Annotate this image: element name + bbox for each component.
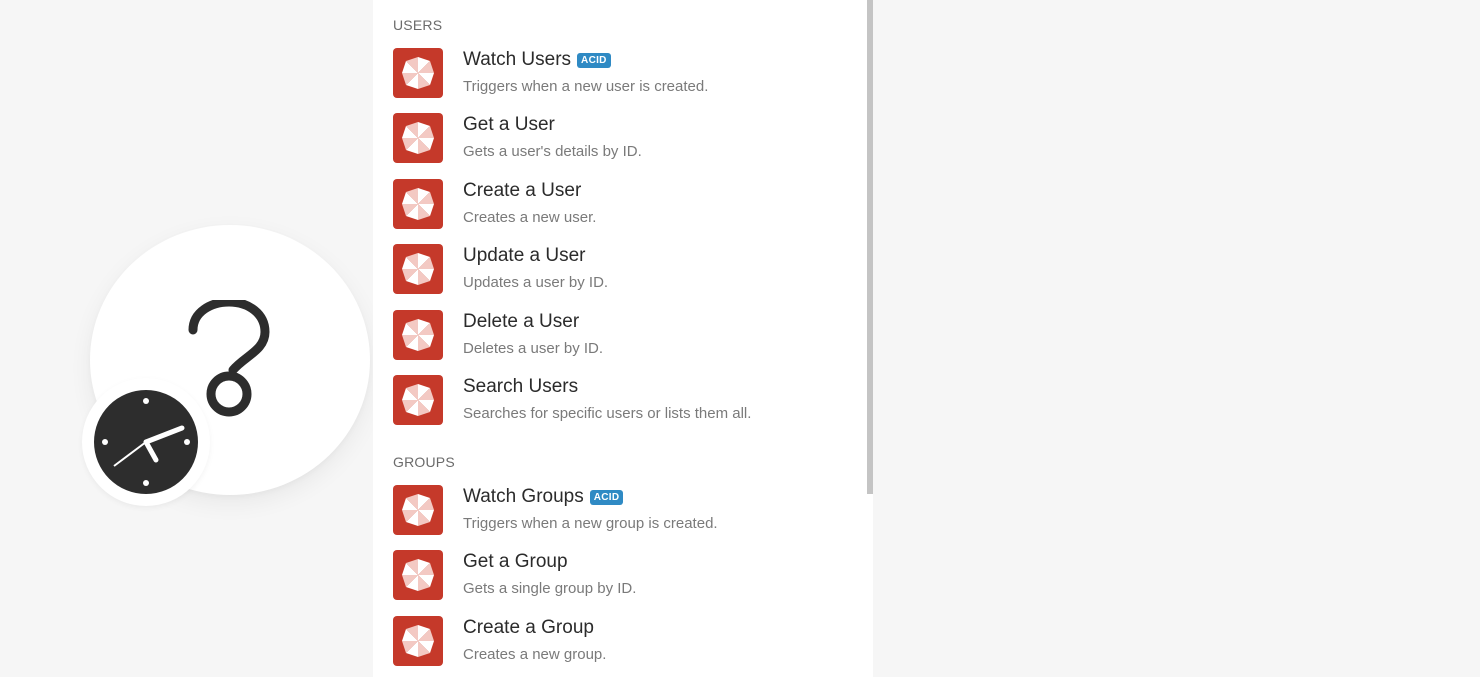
module-item-get-a-group[interactable]: Get a Group Gets a single group by ID. [393,550,853,606]
app-icon [393,244,443,294]
app-icon [393,550,443,600]
app-icon [393,113,443,163]
module-item-create-a-group[interactable]: Create a Group Creates a new group. [393,616,853,672]
app-icon [393,48,443,98]
module-item-description: Creates a new group. [463,646,607,663]
module-item-create-a-user[interactable]: Create a User Creates a new user. [393,179,853,235]
module-item-title: Get a User [463,114,555,135]
pinwheel-icon [402,319,434,351]
pinwheel-icon [402,384,434,416]
module-item-title: Watch Groups ACID [463,486,624,508]
app-icon [393,310,443,360]
module-item-description: Gets a user's details by ID. [463,143,642,160]
pinwheel-icon [402,188,434,220]
pinwheel-icon [402,57,434,89]
acid-badge: ACID [589,489,624,505]
module-item-title: Get a Group [463,551,568,572]
module-item-description: Updates a user by ID. [463,274,609,291]
scrollbar-thumb[interactable] [867,0,873,494]
module-item-title-text: Watch Users [463,49,572,70]
app-icon [393,375,443,425]
module-list-panel[interactable]: USERS Watch Users ACID Triggers when a n… [373,0,873,677]
module-item-title: Create a Group [463,617,594,638]
module-item-delete-a-user[interactable]: Delete a User Deletes a user by ID. [393,310,853,366]
module-item-update-a-user[interactable]: Update a User Updates a user by ID. [393,244,853,300]
pinwheel-icon [402,122,434,154]
module-item-description: Gets a single group by ID. [463,580,637,597]
module-item-title: Search Users [463,376,579,397]
scenario-canvas[interactable]: USERS Watch Users ACID Triggers when a n… [0,0,1480,677]
module-item-title: Update a User [463,245,586,266]
pinwheel-icon [402,494,434,526]
scrollbar-track[interactable] [867,0,873,677]
module-item-description: Triggers when a new group is created. [463,515,718,532]
module-item-watch-groups[interactable]: Watch Groups ACID Triggers when a new gr… [393,485,853,541]
section-header-users: USERS [393,17,443,33]
acid-badge: ACID [577,52,611,68]
module-item-search-users[interactable]: Search Users Searches for specific users… [393,375,853,431]
module-item-description: Creates a new user. [463,209,597,226]
app-icon [393,179,443,229]
module-item-description: Triggers when a new user is created. [463,78,709,95]
module-item-title: Watch Users ACID [463,49,611,71]
module-item-description: Deletes a user by ID. [463,340,604,357]
module-item-title: Delete a User [463,311,580,332]
pinwheel-icon [402,559,434,591]
module-item-title: Create a User [463,180,582,201]
app-icon [393,485,443,535]
module-item-get-a-user[interactable]: Get a User Gets a user's details by ID. [393,113,853,169]
clock-badge[interactable] [82,378,210,506]
module-item-title-text: Watch Groups [463,486,584,507]
pinwheel-icon [402,253,434,285]
module-item-description: Searches for specific users or lists the… [463,405,752,422]
section-header-groups: GROUPS [393,454,455,470]
module-item-watch-users[interactable]: Watch Users ACID Triggers when a new use… [393,48,853,104]
app-icon [393,616,443,666]
pinwheel-icon [402,625,434,657]
clock-icon [94,390,198,494]
